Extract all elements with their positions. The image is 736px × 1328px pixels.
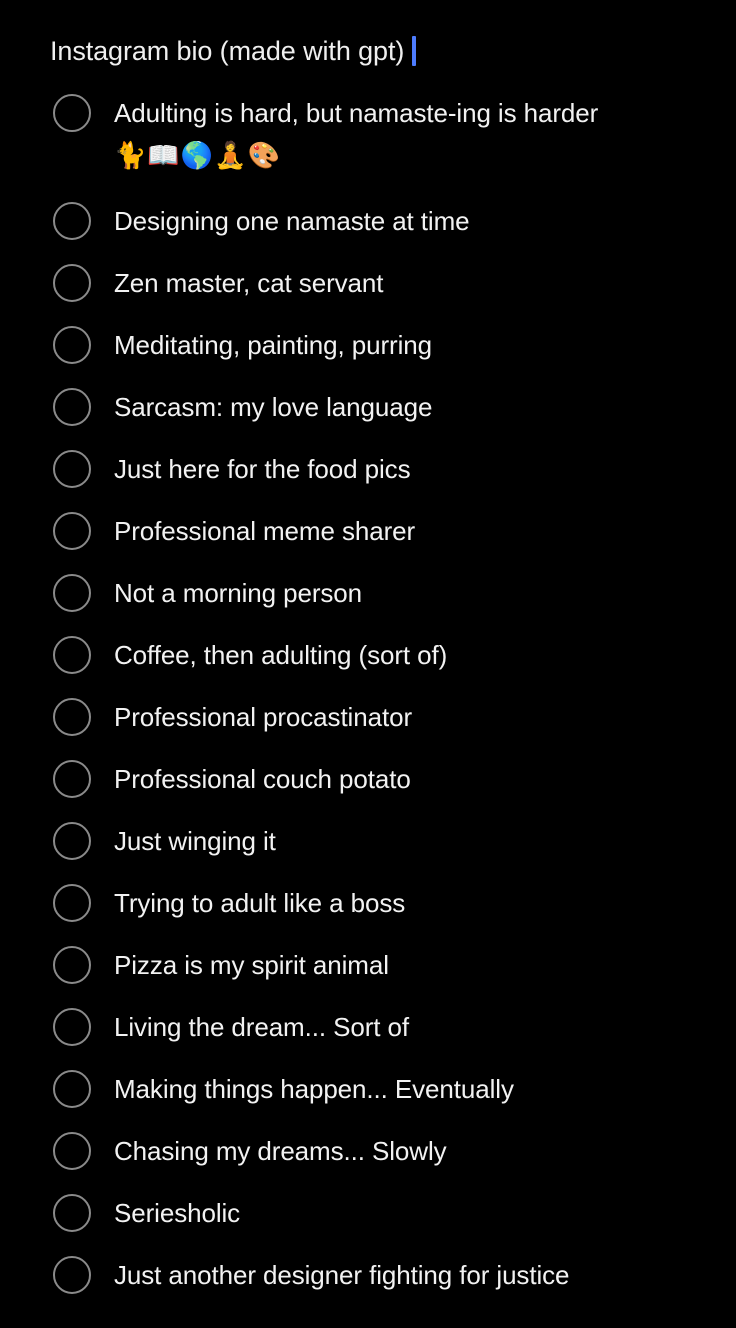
checklist-item-label[interactable]: Seriesholic (114, 1190, 736, 1236)
checklist-item-label[interactable]: Professional couch potato (114, 756, 736, 802)
checkbox-circle-icon[interactable] (53, 1132, 91, 1170)
checkbox-circle-icon[interactable] (53, 884, 91, 922)
checklist-item-label[interactable]: Just another designer fighting for justi… (114, 1252, 736, 1298)
checklist-row[interactable]: Making things happen... Eventually (0, 1066, 736, 1128)
checklist-row[interactable]: Living the dream... Sort of (0, 1004, 736, 1066)
checkbox-circle-icon[interactable] (53, 822, 91, 860)
checkbox-circle-icon[interactable] (53, 388, 91, 426)
checkbox-circle-icon[interactable] (53, 946, 91, 984)
checklist-row[interactable]: Adulting is hard, but namaste-ing is har… (0, 90, 736, 198)
checklist-row[interactable]: Zen master, cat servant (0, 260, 736, 322)
page-title[interactable]: Instagram bio (made with gpt) (50, 34, 404, 68)
checkbox-circle-icon[interactable] (53, 450, 91, 488)
checkbox-circle-icon[interactable] (53, 94, 91, 132)
checklist-row[interactable]: Just here for the food pics (0, 446, 736, 508)
checkbox-circle-icon[interactable] (53, 574, 91, 612)
checklist-item-body: Professional procastinator (91, 694, 736, 740)
checklist-item-label[interactable]: Designing one namaste at time (114, 198, 736, 244)
checklist-item-emoji: 🐈📖🌎🧘🎨 (114, 140, 281, 170)
checklist-item-label[interactable]: Not a morning person (114, 570, 736, 616)
checkbox-circle-icon[interactable] (53, 636, 91, 674)
checklist-item-label[interactable]: Chasing my dreams... Slowly (114, 1128, 736, 1174)
checkbox-circle-icon[interactable] (53, 326, 91, 364)
checklist-row[interactable]: Professional couch potato (0, 756, 736, 818)
checklist-item-body: Professional meme sharer (91, 508, 736, 554)
checklist-item-label[interactable]: Adulting is hard, but namaste-ing is har… (114, 90, 736, 136)
checkbox-circle-icon[interactable] (53, 1256, 91, 1294)
checkbox-circle-icon[interactable] (53, 1008, 91, 1046)
checklist-item-label[interactable]: Pizza is my spirit animal (114, 942, 736, 988)
checkbox-circle-icon[interactable] (53, 760, 91, 798)
note-screen: Instagram bio (made with gpt) Adulting i… (0, 0, 736, 1328)
checklist-item-label[interactable]: Trying to adult like a boss (114, 880, 736, 926)
checklist-item-label[interactable]: Coffee, then adulting (sort of) (114, 632, 736, 678)
checklist-item-body: Seriesholic (91, 1190, 736, 1236)
checklist-item-label[interactable]: Making things happen... Eventually (114, 1066, 736, 1112)
checklist-item-body: Chasing my dreams... Slowly (91, 1128, 736, 1174)
checklist-item-body: Just another designer fighting for justi… (91, 1252, 736, 1298)
checklist-item-body: Just winging it (91, 818, 736, 864)
checklist-item-body: Making things happen... Eventually (91, 1066, 736, 1112)
checklist-row[interactable]: Professional procastinator (0, 694, 736, 756)
checklist-row[interactable]: Coffee, then adulting (sort of) (0, 632, 736, 694)
checkbox-circle-icon[interactable] (53, 698, 91, 736)
checkbox-circle-icon[interactable] (53, 202, 91, 240)
checklist-row[interactable]: Professional meme sharer (0, 508, 736, 570)
checkbox-circle-icon[interactable] (53, 264, 91, 302)
checklist-item-label[interactable]: Living the dream... Sort of (114, 1004, 736, 1050)
checklist-item-label[interactable]: Meditating, painting, purring (114, 322, 736, 368)
checklist-item-label[interactable]: Zen master, cat servant (114, 260, 736, 306)
checklist-row[interactable]: Chasing my dreams... Slowly (0, 1128, 736, 1190)
checkbox-circle-icon[interactable] (53, 1070, 91, 1108)
checklist-item-body: Adulting is hard, but namaste-ing is har… (91, 90, 736, 174)
note-title-row[interactable]: Instagram bio (made with gpt) (50, 30, 417, 72)
checklist-item-body: Meditating, painting, purring (91, 322, 736, 368)
checklist-row[interactable]: Not a morning person (0, 570, 736, 632)
checklist-row[interactable]: Pizza is my spirit animal (0, 942, 736, 1004)
checklist-row[interactable]: Just winging it (0, 818, 736, 880)
checklist-row[interactable]: Trying to adult like a boss (0, 880, 736, 942)
checkbox-circle-icon[interactable] (53, 512, 91, 550)
checklist-item-body: Zen master, cat servant (91, 260, 736, 306)
checklist: Adulting is hard, but namaste-ing is har… (0, 90, 736, 1314)
checklist-item-label[interactable]: Just winging it (114, 818, 736, 864)
checkbox-circle-icon[interactable] (53, 1194, 91, 1232)
checklist-item-body: Designing one namaste at time (91, 198, 736, 244)
checklist-row[interactable]: Seriesholic (0, 1190, 736, 1252)
text-cursor-caret (412, 36, 417, 66)
checklist-item-label[interactable]: Sarcasm: my love language (114, 384, 736, 430)
checklist-item-body: Not a morning person (91, 570, 736, 616)
checklist-item-label[interactable]: Professional meme sharer (114, 508, 736, 554)
checklist-item-label[interactable]: Just here for the food pics (114, 446, 736, 492)
checklist-row[interactable]: Meditating, painting, purring (0, 322, 736, 384)
checklist-item-body: Pizza is my spirit animal (91, 942, 736, 988)
checklist-item-label[interactable]: Professional procastinator (114, 694, 736, 740)
checklist-item-body: Just here for the food pics (91, 446, 736, 492)
checklist-row[interactable]: Designing one namaste at time (0, 198, 736, 260)
checklist-row[interactable]: Just another designer fighting for justi… (0, 1252, 736, 1314)
checklist-item-body: Professional couch potato (91, 756, 736, 802)
checklist-item-body: Coffee, then adulting (sort of) (91, 632, 736, 678)
checklist-item-body: Living the dream... Sort of (91, 1004, 736, 1050)
checklist-item-body: Sarcasm: my love language (91, 384, 736, 430)
checklist-row[interactable]: Sarcasm: my love language (0, 384, 736, 446)
checklist-item-body: Trying to adult like a boss (91, 880, 736, 926)
